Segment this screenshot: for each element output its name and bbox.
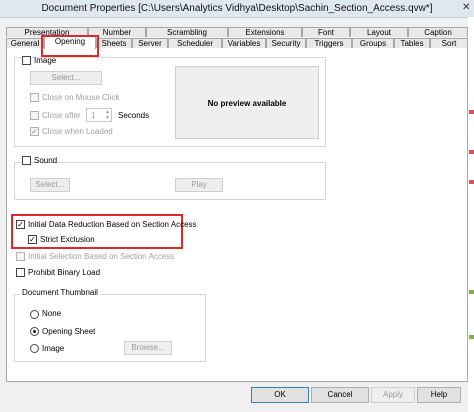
tab-scrambling[interactable]: Scrambling [146,27,228,37]
tab-extensions[interactable]: Extensions [228,27,302,37]
play-button[interactable]: Play [175,178,223,192]
sound-checkbox[interactable] [22,156,31,165]
close-on-mouse-click-checkbox[interactable] [30,93,39,102]
help-button[interactable]: Help [417,387,461,403]
seconds-value: 1 [91,111,96,120]
background-marker [469,180,474,184]
initial-data-reduction-checkbox[interactable]: ✓ [16,220,25,229]
tab-caption[interactable]: Caption [408,27,468,37]
background-marker [469,335,474,339]
tab-sort[interactable]: Sort [430,38,468,48]
tab-server[interactable]: Server [132,38,168,48]
thumbnail-none-radio[interactable] [30,310,39,319]
opening-tab-highlight [41,35,99,57]
thumbnail-opening-sheet-radio[interactable] [30,327,39,336]
thumbnail-image-label: Image [42,344,65,353]
close-icon[interactable]: ✕ [462,2,470,13]
strict-exclusion-label: Strict Exclusion [40,235,95,244]
cancel-button[interactable]: Cancel [311,387,369,403]
tab-layout[interactable]: Layout [350,27,408,37]
close-after-label: Close after [42,111,81,120]
tab-font[interactable]: Font [302,27,350,37]
thumbnail-none-label: None [42,309,62,318]
document-thumbnail-title: Document Thumbnail [20,288,100,298]
initial-selection-checkbox[interactable] [16,252,25,261]
close-on-mouse-click-label: Close on Mouse Click [42,93,120,102]
close-after-checkbox[interactable] [30,111,39,120]
radio-selected-dot [33,330,36,333]
seconds-stepper[interactable]: 1 ▲ ▼ [86,108,112,122]
checkmark-icon: ✓ [17,220,24,229]
seconds-label: Seconds [118,111,150,120]
tab-variables[interactable]: Variables [222,38,266,48]
thumbnail-image-radio[interactable] [30,344,39,353]
tab-security[interactable]: Security [266,38,306,48]
thumbnail-opening-sheet-label: Opening Sheet [42,327,96,336]
initial-selection-label: Initial Selection Based on Section Acces… [28,252,175,261]
apply-button[interactable]: Apply [371,387,415,403]
checkmark-icon: ✓ [29,235,36,244]
image-select-button[interactable]: Select... [30,71,102,85]
sound-checkbox-label: Sound [34,156,58,165]
prohibit-binary-load-label: Prohibit Binary Load [28,268,101,277]
background-marker [469,150,474,154]
window-title: Document Properties [C:\Users\Analytics … [41,3,433,14]
initial-data-reduction-label: Initial Data Reduction Based on Section … [28,220,197,229]
tab-general[interactable]: General [6,38,44,48]
title-bar: Document Properties [C:\Users\Analytics … [0,0,474,18]
spin-down-icon[interactable]: ▼ [105,115,110,121]
sound-select-button[interactable]: Select... [30,178,70,192]
ok-button[interactable]: OK [251,387,309,403]
tab-tables[interactable]: Tables [394,38,430,48]
background-app-strip [468,17,474,412]
strict-exclusion-checkbox[interactable]: ✓ [28,235,37,244]
image-preview: No preview available [175,66,319,139]
prohibit-binary-load-checkbox[interactable] [16,268,25,277]
image-checkbox[interactable] [22,56,31,65]
tab-triggers[interactable]: Triggers [306,38,352,48]
image-checkbox-label: Image [34,56,57,65]
tab-sheets[interactable]: Sheets [96,38,132,48]
tab-groups[interactable]: Groups [352,38,394,48]
tab-scheduler[interactable]: Scheduler [168,38,222,48]
close-when-loaded-label: Close when Loaded [42,127,113,136]
background-marker [469,290,474,294]
close-when-loaded-checkbox[interactable]: ✓ [30,127,39,136]
checkmark-icon: ✓ [31,127,38,136]
thumbnail-browse-button[interactable]: Browse... [124,341,172,355]
background-marker [469,110,474,114]
